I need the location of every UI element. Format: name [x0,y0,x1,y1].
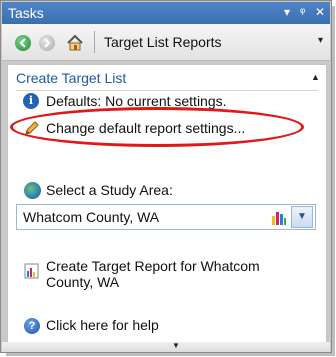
multi-area-icon[interactable] [271,210,287,225]
create-report-link[interactable]: Create Target Report for Whatcom County,… [46,258,260,290]
globe-icon [24,182,41,199]
collapse-section-icon[interactable]: ▲ [311,72,320,82]
close-button[interactable]: ✕ [315,5,325,19]
toolbar-separator [94,31,95,53]
study-area-value: Whatcom County, WA [23,209,160,225]
pane-menu-button[interactable]: ▾ [284,5,290,19]
forward-arrow-icon [44,38,51,48]
home-icon[interactable] [66,34,84,52]
study-area-select[interactable]: Whatcom County, WA ▼ [16,204,316,230]
dropdown-button[interactable]: ▼ [291,206,313,228]
help-icon: ? [24,318,40,334]
create-report-line-2: County, WA [46,274,120,290]
title-bar: Tasks ▾ ᵠ ✕ [2,2,330,24]
select-area-label: Select a Study Area: [46,182,173,198]
highlight-ellipse [10,107,304,147]
pane-title: Tasks [8,5,44,21]
section-divider [16,90,318,91]
tasks-pane: Tasks ▾ ᵠ ✕ Target List Reports ▾ ▼ [0,0,332,353]
forward-button[interactable] [39,35,55,51]
back-button[interactable] [15,35,31,51]
create-report-line-1: Create Target Report for Whatcom [46,258,260,274]
report-icon [24,263,39,279]
toolbar-title: Target List Reports [104,34,222,50]
scroll-down-button[interactable]: ▼ [2,341,330,352]
help-link[interactable]: Click here for help [46,317,159,333]
info-icon: i [23,93,39,109]
toolbar: Target List Reports ▾ [2,24,330,61]
section-heading[interactable]: Create Target List [16,70,126,86]
chevron-down-icon: ▼ [172,341,180,350]
toolbar-dropdown-icon[interactable]: ▾ [318,35,323,46]
pin-button[interactable]: ᵠ [300,5,305,19]
back-arrow-icon [19,38,26,48]
